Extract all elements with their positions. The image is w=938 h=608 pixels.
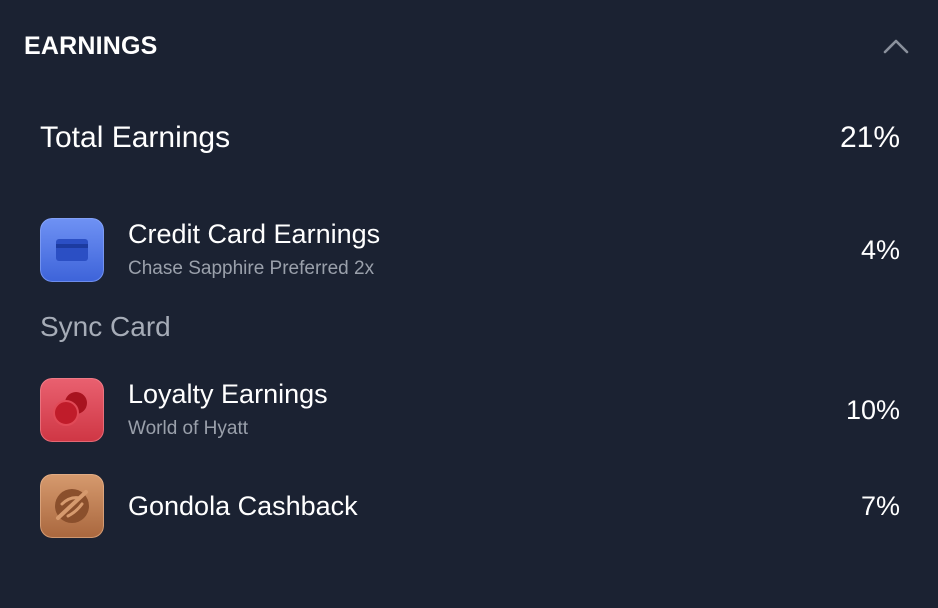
chevron-up-icon — [883, 39, 909, 54]
sync-card-section-label: Sync Card — [40, 311, 171, 342]
loyalty-earnings-value: 10% — [845, 395, 900, 425]
collapse-button[interactable] — [880, 33, 912, 59]
credit-card-earnings-title: Credit Card Earnings — [128, 219, 381, 249]
loyalty-earnings-title: Loyalty Earnings — [128, 379, 328, 409]
total-earnings-value: 21% — [839, 121, 900, 154]
earnings-panel: EARNINGS Total Earnings 21% Credit Card … — [0, 0, 938, 608]
hyatt-logo-icon — [40, 378, 104, 442]
loyalty-earnings-subtitle: World of Hyatt — [128, 418, 249, 439]
gondola-logo-icon — [40, 474, 104, 538]
gondola-cashback-row[interactable]: Gondola Cashback 7% — [40, 474, 900, 538]
loyalty-earnings-row[interactable]: Loyalty Earnings World of Hyatt 10% — [40, 378, 900, 442]
gondola-cashback-value: 7% — [860, 491, 900, 521]
total-earnings-label: Total Earnings — [40, 121, 231, 154]
credit-card-icon — [40, 218, 104, 282]
panel-title: EARNINGS — [24, 32, 158, 60]
credit-card-earnings-value: 4% — [860, 235, 900, 265]
credit-card-earnings-row[interactable]: Credit Card Earnings Chase Sapphire Pref… — [40, 218, 900, 282]
gondola-cashback-title: Gondola Cashback — [128, 491, 358, 521]
credit-card-earnings-subtitle: Chase Sapphire Preferred 2x — [128, 258, 375, 279]
